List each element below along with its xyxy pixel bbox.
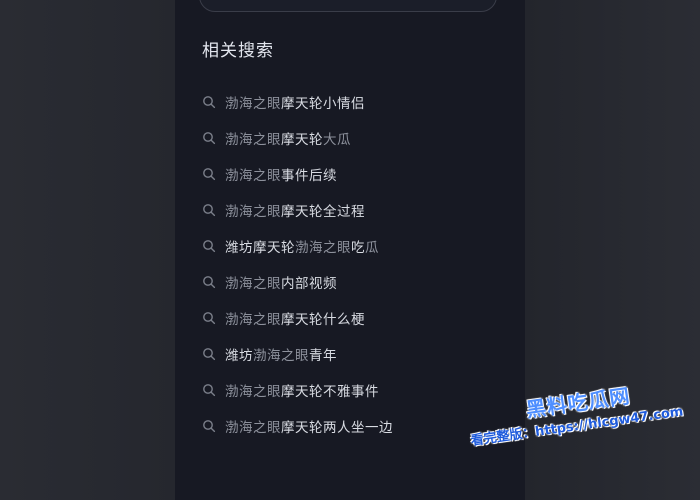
related-search-segment: 渤海之眼 <box>295 240 351 256</box>
related-search-item[interactable]: 渤海之眼摩天轮不雅事件 <box>202 372 502 408</box>
related-search-segment: 渤海之眼 <box>225 420 281 436</box>
related-search-segment: 摩天轮小情侣 <box>281 96 365 112</box>
related-search-segment: 摩天轮 <box>281 132 323 148</box>
related-search-segment: 摩天轮什么梗 <box>281 312 365 328</box>
related-search-text: 潍坊渤海之眼青年 <box>225 344 337 364</box>
related-search-segment: 摩天轮全过程 <box>281 204 365 220</box>
search-panel: 相关搜索 渤海之眼摩天轮小情侣 渤海之眼摩天轮大瓜 渤海之眼事件后续 渤海之眼摩天轮全… <box>175 0 525 500</box>
related-search-text: 渤海之眼摩天轮全过程 <box>225 200 365 220</box>
related-search-item[interactable]: 渤海之眼摩天轮两人坐一边 <box>202 408 502 444</box>
related-search-item[interactable]: 潍坊摩天轮渤海之眼吃瓜 <box>202 228 502 264</box>
related-search-title: 相关搜索 <box>202 41 274 61</box>
related-search-segment: 摩天轮不雅事件 <box>281 384 379 400</box>
related-search-item[interactable]: 渤海之眼事件后续 <box>202 156 502 192</box>
related-search-segment: 渤海之眼 <box>225 384 281 400</box>
search-icon <box>203 420 216 433</box>
related-search-list: 渤海之眼摩天轮小情侣 渤海之眼摩天轮大瓜 渤海之眼事件后续 渤海之眼摩天轮全过程 潍坊摩… <box>202 84 502 444</box>
search-icon <box>203 168 216 181</box>
page: 相关搜索 渤海之眼摩天轮小情侣 渤海之眼摩天轮大瓜 渤海之眼事件后续 渤海之眼摩天轮全… <box>0 0 700 500</box>
related-search-segment: 内部视频 <box>281 276 337 292</box>
search-icon <box>203 96 216 109</box>
search-icon <box>203 132 216 145</box>
related-search-item[interactable]: 渤海之眼摩天轮全过程 <box>202 192 502 228</box>
related-search-segment: 吃 <box>351 240 365 256</box>
related-search-segment: 瓜 <box>365 240 379 256</box>
related-search-segment: 摩天轮两人坐一边 <box>281 420 393 436</box>
watermark-title: 黑料吃瓜网 <box>524 383 632 423</box>
related-search-segment: 事件后续 <box>281 168 337 184</box>
related-search-segment: 渤海之眼 <box>225 168 281 184</box>
related-search-item[interactable]: 渤海之眼摩天轮什么梗 <box>202 300 502 336</box>
related-search-segment: 潍坊摩天轮 <box>225 240 295 256</box>
related-search-text: 渤海之眼摩天轮不雅事件 <box>225 380 379 400</box>
related-search-text: 渤海之眼事件后续 <box>225 164 337 184</box>
related-search-text: 渤海之眼内部视频 <box>225 272 337 292</box>
search-icon <box>203 240 216 253</box>
related-search-item[interactable]: 渤海之眼摩天轮小情侣 <box>202 84 502 120</box>
search-input[interactable] <box>199 0 497 12</box>
search-icon <box>203 204 216 217</box>
related-search-segment: 青年 <box>309 348 337 364</box>
related-search-text: 渤海之眼摩天轮小情侣 <box>225 92 365 112</box>
related-search-text: 渤海之眼摩天轮大瓜 <box>225 128 351 148</box>
related-search-item[interactable]: 潍坊渤海之眼青年 <box>202 336 502 372</box>
related-search-segment: 渤海之眼 <box>225 312 281 328</box>
related-search-segment: 渤海之眼 <box>225 276 281 292</box>
search-icon <box>203 384 216 397</box>
related-search-text: 渤海之眼摩天轮什么梗 <box>225 308 365 328</box>
search-icon <box>203 312 216 325</box>
related-search-segment: 渤海之眼 <box>225 96 281 112</box>
related-search-segment: 渤海之眼 <box>225 204 281 220</box>
related-search-segment: 渤海之眼 <box>253 348 309 364</box>
related-search-segment: 潍坊 <box>225 348 253 364</box>
related-search-segment: 渤海之眼 <box>225 132 281 148</box>
related-search-item[interactable]: 渤海之眼摩天轮大瓜 <box>202 120 502 156</box>
related-search-text: 潍坊摩天轮渤海之眼吃瓜 <box>225 236 379 256</box>
search-icon <box>203 276 216 289</box>
related-search-item[interactable]: 渤海之眼内部视频 <box>202 264 502 300</box>
related-search-segment: 大瓜 <box>323 132 351 148</box>
related-search-text: 渤海之眼摩天轮两人坐一边 <box>225 416 393 436</box>
search-icon <box>203 348 216 361</box>
